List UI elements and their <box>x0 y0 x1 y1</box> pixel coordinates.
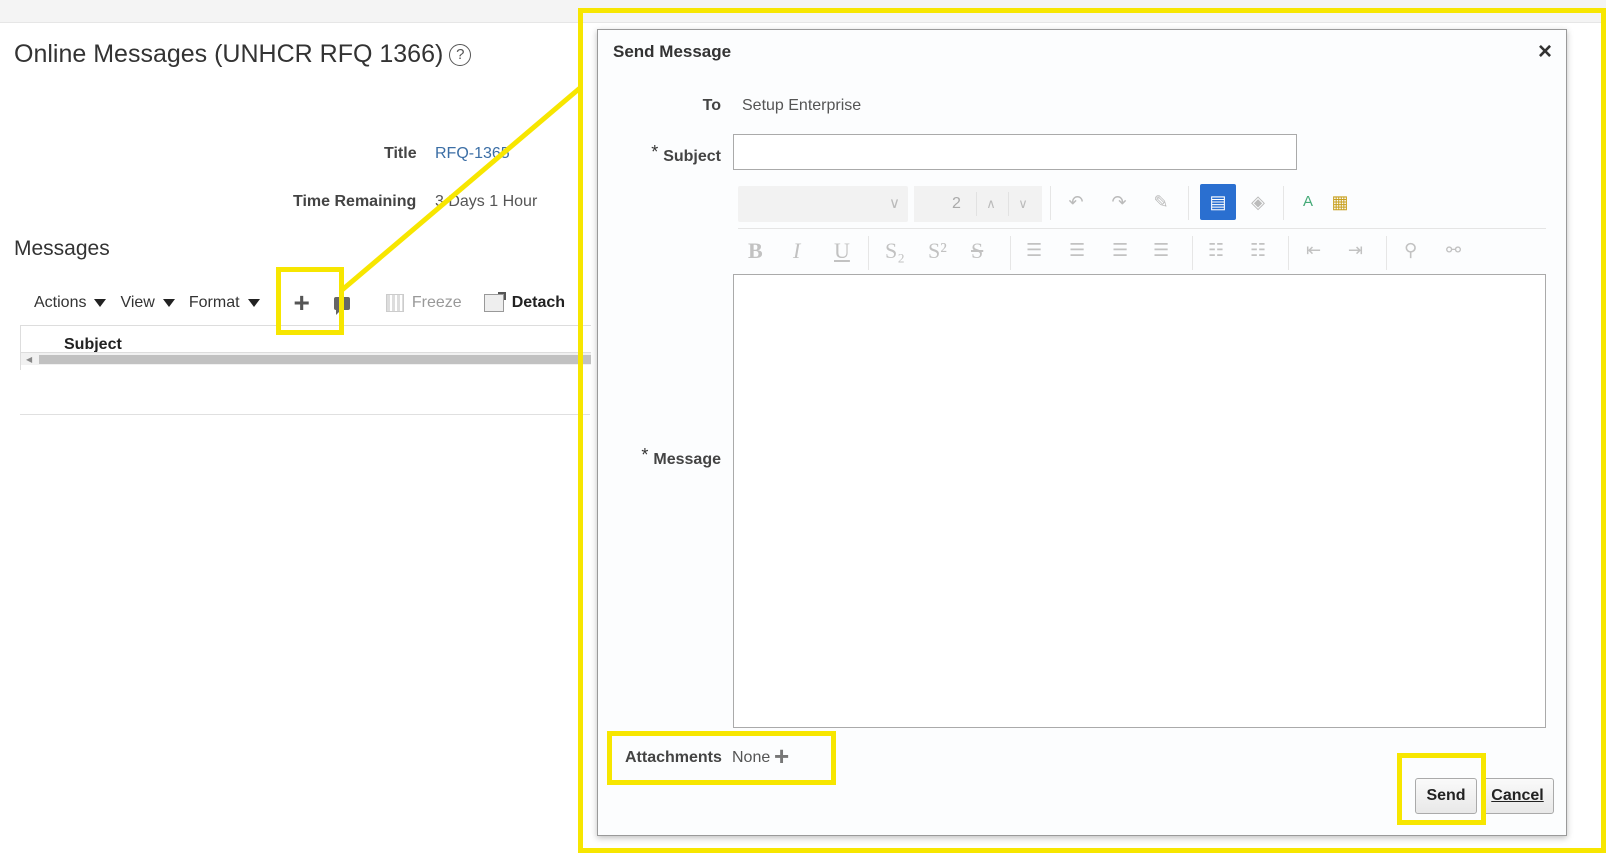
highlight-dialog <box>578 8 1606 853</box>
highlight-attachments <box>607 731 836 785</box>
highlight-add-button <box>276 267 344 335</box>
highlight-send-button <box>1397 753 1486 825</box>
callout-line <box>340 86 582 292</box>
